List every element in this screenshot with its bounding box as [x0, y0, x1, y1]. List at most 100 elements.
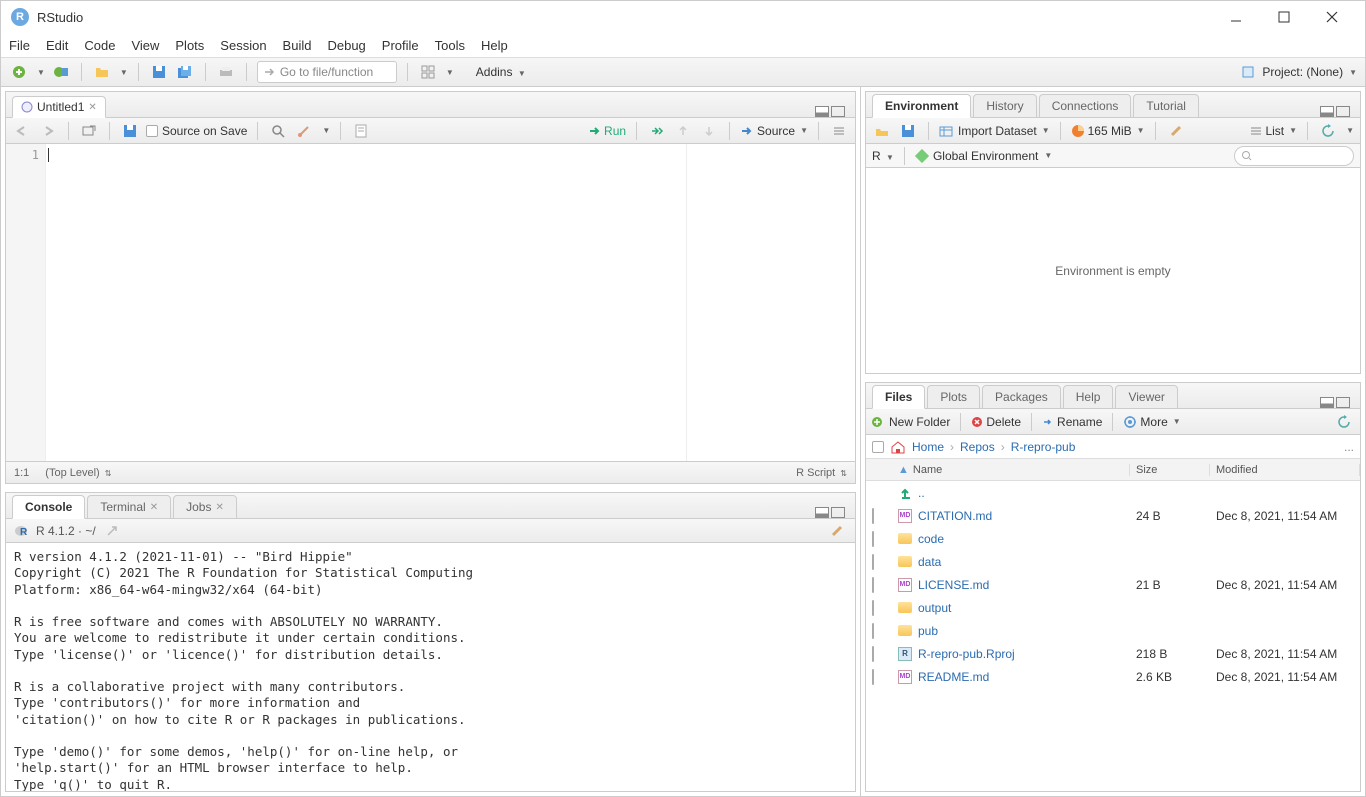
file-up-row[interactable]: .. — [866, 481, 1360, 504]
tab-connections[interactable]: Connections — [1039, 94, 1132, 118]
maximize-pane-button[interactable] — [1336, 106, 1350, 117]
go-up-button[interactable] — [673, 121, 693, 141]
tab-packages[interactable]: Packages — [982, 385, 1061, 409]
list-view-button[interactable]: List▼ — [1250, 124, 1297, 138]
editor-area[interactable]: 1 — [6, 144, 855, 461]
language-selector[interactable]: R Script ⇅ — [796, 467, 847, 479]
menu-help[interactable]: Help — [481, 38, 508, 53]
file-name-link[interactable]: data — [892, 555, 1130, 569]
close-button[interactable] — [1317, 5, 1347, 29]
tab-console[interactable]: Console — [12, 495, 85, 519]
grid-button[interactable] — [418, 62, 438, 82]
forward-button[interactable] — [38, 121, 58, 141]
close-tab-icon[interactable]: ✕ — [215, 502, 223, 513]
tab-files[interactable]: Files — [872, 385, 925, 409]
tab-tutorial[interactable]: Tutorial — [1133, 94, 1199, 118]
file-checkbox[interactable] — [872, 600, 874, 616]
refresh-button[interactable] — [1318, 121, 1338, 141]
console-output[interactable]: R version 4.1.2 (2021-11-01) -- "Bird Hi… — [6, 543, 855, 791]
maximize-pane-button[interactable] — [831, 106, 845, 117]
minimize-pane-button[interactable] — [815, 106, 829, 117]
menu-plots[interactable]: Plots — [175, 38, 204, 53]
tab-history[interactable]: History — [973, 94, 1036, 118]
sort-by-modified[interactable]: Modified — [1210, 464, 1360, 476]
clear-console-button[interactable] — [827, 521, 847, 541]
maximize-button[interactable] — [1269, 5, 1299, 29]
file-name-link[interactable]: output — [892, 601, 1130, 615]
tab-plots[interactable]: Plots — [927, 385, 980, 409]
tab-viewer[interactable]: Viewer — [1115, 385, 1177, 409]
file-checkbox[interactable] — [872, 508, 874, 524]
tab-terminal[interactable]: Terminal ✕ — [87, 495, 171, 519]
source-tab-untitled[interactable]: Untitled1 ✕ — [12, 96, 106, 118]
menu-profile[interactable]: Profile — [382, 38, 419, 53]
chevron-down-icon[interactable]: ▼ — [120, 68, 128, 77]
more-button[interactable]: More▼ — [1123, 415, 1180, 429]
select-all-checkbox[interactable] — [872, 441, 884, 453]
scope-selector[interactable]: (Top Level) ⇅ — [45, 467, 111, 479]
file-name-link[interactable]: MDCITATION.md — [892, 509, 1130, 523]
run-button[interactable]: Run — [588, 124, 626, 138]
file-checkbox[interactable] — [872, 531, 874, 547]
menu-debug[interactable]: Debug — [327, 38, 365, 53]
outline-button[interactable] — [829, 121, 849, 141]
env-search-input[interactable] — [1234, 146, 1354, 166]
save-workspace-button[interactable] — [898, 121, 918, 141]
goto-file-input[interactable]: Go to file/function — [257, 61, 397, 83]
new-folder-button[interactable]: New Folder — [872, 415, 950, 429]
file-checkbox[interactable] — [872, 577, 874, 593]
code-tools-button[interactable] — [294, 121, 314, 141]
sort-by-size[interactable]: Size — [1130, 464, 1210, 476]
compile-report-button[interactable] — [351, 121, 371, 141]
file-checkbox[interactable] — [872, 623, 874, 639]
save-button[interactable] — [149, 62, 169, 82]
open-file-button[interactable] — [92, 62, 112, 82]
delete-button[interactable]: Delete — [971, 415, 1021, 429]
file-name-link[interactable]: code — [892, 532, 1130, 546]
path-options-button[interactable]: ... — [1344, 440, 1354, 454]
back-button[interactable] — [12, 121, 32, 141]
menu-tools[interactable]: Tools — [435, 38, 465, 53]
home-icon[interactable] — [890, 440, 906, 454]
file-checkbox[interactable] — [872, 669, 874, 685]
menu-build[interactable]: Build — [283, 38, 312, 53]
file-name-link[interactable]: pub — [892, 624, 1130, 638]
tab-jobs[interactable]: Jobs ✕ — [173, 495, 237, 519]
rename-button[interactable]: Rename — [1042, 415, 1102, 429]
r-engine-selector[interactable]: R ▼ — [872, 149, 894, 163]
maximize-pane-button[interactable] — [1336, 397, 1350, 408]
print-button[interactable] — [216, 62, 236, 82]
breadcrumb-repos[interactable]: Repos — [960, 440, 995, 454]
chevron-down-icon[interactable]: ▼ — [37, 68, 45, 77]
minimize-pane-button[interactable] — [1320, 106, 1334, 117]
refresh-files-button[interactable] — [1334, 412, 1354, 432]
file-checkbox[interactable] — [872, 646, 874, 662]
minimize-pane-button[interactable] — [815, 507, 829, 518]
env-scope-selector[interactable]: Global Environment▼ — [915, 149, 1052, 163]
new-file-button[interactable] — [9, 62, 29, 82]
menu-file[interactable]: File — [9, 38, 30, 53]
save-all-button[interactable] — [175, 62, 195, 82]
file-name-link[interactable]: MDLICENSE.md — [892, 578, 1130, 592]
chevron-down-icon[interactable]: ▼ — [446, 68, 454, 77]
tab-environment[interactable]: Environment — [872, 94, 971, 118]
close-tab-icon[interactable]: ✕ — [88, 102, 96, 113]
memory-usage[interactable]: 165 MiB▼ — [1071, 124, 1145, 138]
file-checkbox[interactable] — [872, 554, 874, 570]
sort-by-name[interactable]: ▲ Name — [892, 464, 1130, 476]
show-in-new-window-button[interactable] — [79, 121, 99, 141]
menu-code[interactable]: Code — [84, 38, 115, 53]
import-dataset-button[interactable]: Import Dataset▼ — [939, 124, 1050, 138]
rerun-button[interactable] — [647, 121, 667, 141]
file-name-link[interactable]: MDREADME.md — [892, 670, 1130, 684]
file-name-link[interactable]: RR-repro-pub.Rproj — [892, 647, 1130, 661]
tab-help[interactable]: Help — [1063, 385, 1114, 409]
maximize-pane-button[interactable] — [831, 507, 845, 518]
breadcrumb-project[interactable]: R-repro-pub — [1011, 440, 1076, 454]
new-project-button[interactable] — [51, 62, 71, 82]
clear-objects-button[interactable] — [1166, 121, 1186, 141]
popout-icon[interactable] — [102, 521, 122, 541]
menu-edit[interactable]: Edit — [46, 38, 68, 53]
menu-view[interactable]: View — [131, 38, 159, 53]
chevron-down-icon[interactable]: ▼ — [1349, 68, 1357, 77]
